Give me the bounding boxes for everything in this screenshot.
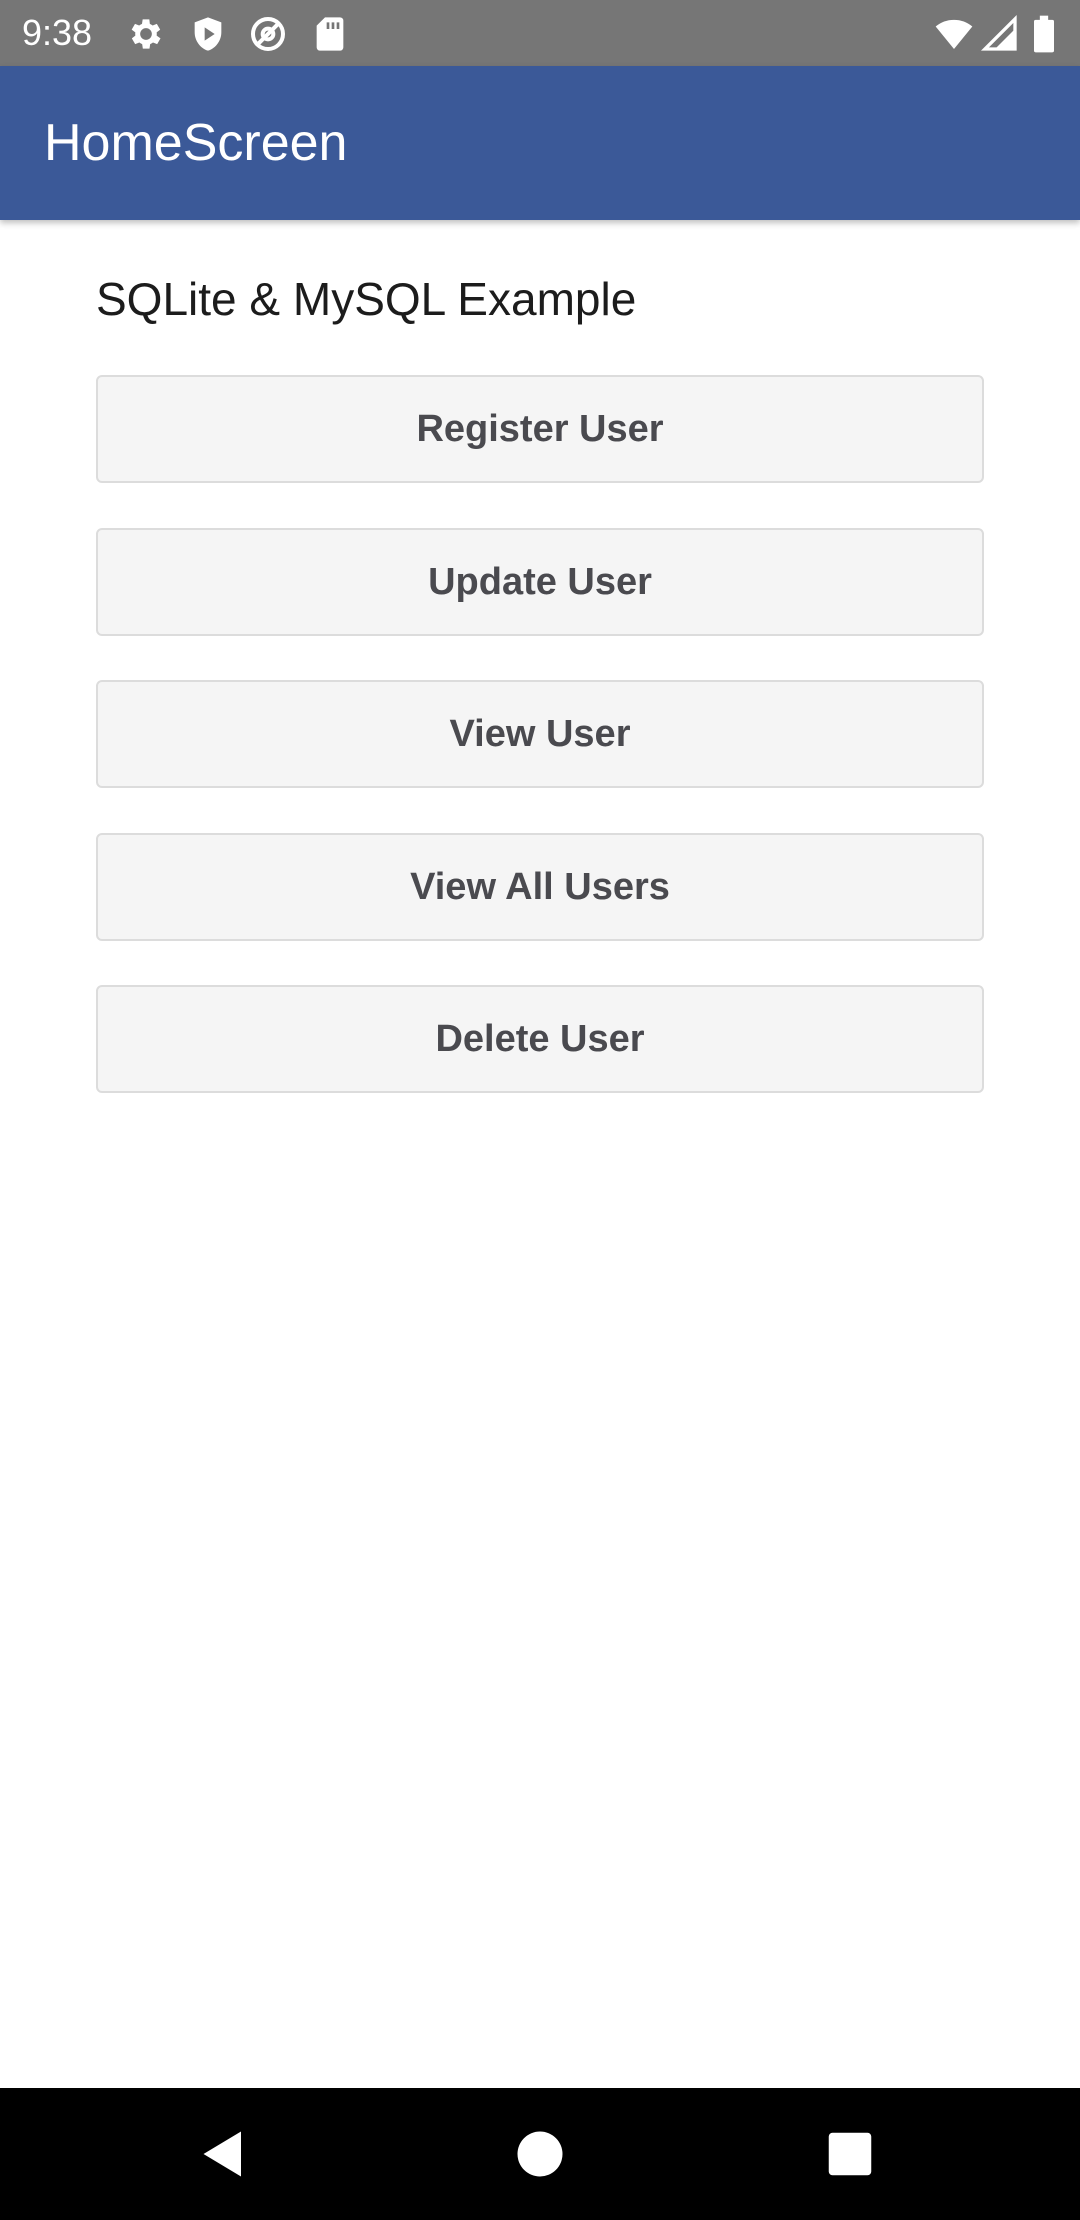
app-title: HomeScreen	[44, 114, 348, 172]
status-bar: 9:38	[0, 0, 1080, 66]
shield-icon	[188, 14, 228, 54]
back-icon[interactable]	[196, 2124, 256, 2184]
app-bar: HomeScreen	[0, 66, 1080, 220]
wifi-icon	[934, 14, 974, 54]
page-heading: SQLite & MySQL Example	[96, 273, 637, 325]
at-sign-icon	[248, 14, 288, 54]
sd-card-icon	[310, 14, 350, 54]
register-user-button[interactable]: Register User	[96, 375, 984, 483]
gear-icon	[126, 14, 166, 54]
update-user-button[interactable]: Update User	[96, 528, 984, 636]
recents-icon[interactable]	[820, 2124, 880, 2184]
home-icon[interactable]	[510, 2124, 570, 2184]
cellular-signal-icon	[980, 14, 1020, 54]
delete-user-button[interactable]: Delete User	[96, 985, 984, 1093]
view-user-button[interactable]: View User	[96, 680, 984, 788]
phone-screen: 9:38 HomeScreen SQLite & MySQL Example R…	[0, 0, 1080, 2220]
view-all-users-button[interactable]: View All Users	[96, 833, 984, 941]
navigation-bar	[0, 2088, 1080, 2220]
status-time: 9:38	[22, 12, 93, 53]
battery-icon	[1030, 14, 1058, 54]
